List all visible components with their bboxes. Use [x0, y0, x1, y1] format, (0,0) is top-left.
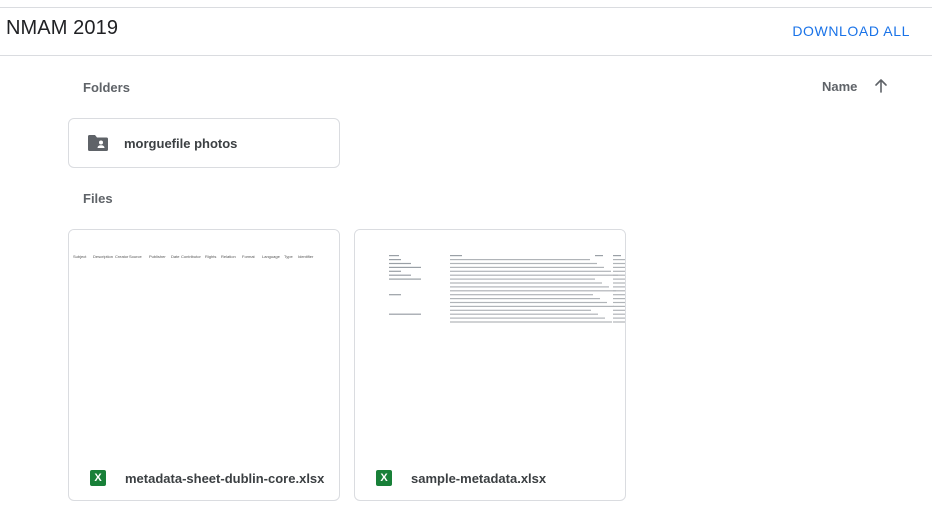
preview-text-line — [613, 255, 621, 257]
preview-text-line — [450, 317, 605, 319]
preview-text-line — [450, 286, 609, 288]
excel-icon: X — [90, 470, 106, 486]
folders-section-label: Folders — [83, 80, 130, 95]
preview-text-line — [450, 301, 607, 304]
preview-text-line — [450, 305, 614, 307]
preview-text-line — [450, 290, 616, 292]
preview-text-line — [450, 274, 618, 276]
preview-text-line — [613, 274, 625, 276]
preview-text-line — [450, 294, 593, 296]
arrow-up-icon[interactable] — [873, 78, 889, 94]
preview-text-line — [613, 290, 625, 292]
preview-text-line — [450, 309, 591, 311]
page-header: NMAM 2019 DOWNLOAD ALL — [0, 8, 932, 56]
preview-header-cell: Relation — [221, 254, 236, 259]
preview-text-line — [450, 321, 612, 323]
preview-text-line — [613, 317, 625, 319]
preview-text-line — [389, 278, 421, 280]
preview-text-line — [389, 313, 421, 315]
preview-text-line — [613, 259, 625, 261]
preview-header-cell: Publisher — [149, 254, 166, 259]
page-title: NMAM 2019 — [6, 17, 119, 39]
preview-header-cell: Identifier — [298, 254, 314, 259]
preview-text-line — [389, 270, 401, 272]
preview-text-line — [450, 282, 602, 284]
preview-text-line — [389, 294, 401, 296]
preview-text-line — [613, 321, 625, 323]
preview-text-line — [613, 262, 625, 265]
sort-by-name-control[interactable]: Name — [822, 78, 889, 94]
spreadsheet-preview-header-row: Subject Description Creator Source Publisher… — [73, 254, 318, 259]
preview-text-line — [613, 282, 625, 284]
preview-text-line — [450, 255, 462, 257]
preview-text-line — [613, 301, 625, 304]
preview-text-line — [595, 255, 603, 257]
preview-text-line — [613, 286, 625, 288]
file-thumbnail — [355, 230, 625, 444]
file-footer: X metadata-sheet-dublin-core.xlsx — [69, 456, 339, 500]
preview-text-line — [389, 262, 411, 265]
files-section-label: Files — [83, 191, 113, 206]
preview-text-line — [450, 313, 598, 315]
preview-text-line — [450, 259, 590, 261]
preview-header-cell: Contributor — [181, 254, 201, 259]
file-thumbnail: Subject Description Creator Source Publisher… — [69, 230, 339, 444]
preview-header-cell: Type — [284, 254, 293, 259]
preview-text-line — [613, 298, 625, 300]
shared-folder-icon — [88, 135, 108, 151]
file-name: metadata-sheet-dublin-core.xlsx — [125, 470, 325, 486]
preview-header-cell: Creator — [115, 254, 129, 259]
sort-label: Name — [822, 78, 858, 94]
file-card-sample-metadata[interactable]: X sample-metadata.xlsx — [354, 229, 626, 501]
preview-text-line — [613, 266, 625, 268]
preview-text-line — [450, 298, 600, 300]
preview-text-line — [613, 270, 625, 272]
preview-text-line — [450, 270, 611, 272]
file-card-metadata-sheet[interactable]: Subject Description Creator Source Publisher… — [68, 229, 340, 501]
folder-card[interactable]: morguefile photos — [68, 118, 340, 168]
spreadsheet-preview — [389, 255, 625, 323]
preview-text-line — [613, 313, 625, 315]
preview-header-cell: Description — [93, 254, 114, 259]
preview-header-cell: Rights — [205, 254, 217, 259]
preview-text-line — [613, 278, 625, 280]
preview-header-cell: Language — [262, 254, 280, 259]
preview-header-cell: Source — [129, 254, 142, 259]
preview-header-cell: Subject — [73, 254, 87, 259]
preview-text-line — [613, 305, 625, 307]
preview-text-line — [613, 309, 625, 311]
preview-header-cell: Date — [171, 254, 180, 259]
download-all-button[interactable]: DOWNLOAD ALL — [792, 23, 910, 39]
folder-name: morguefile photos — [124, 135, 238, 151]
preview-header-cell: Format — [242, 254, 255, 259]
file-name: sample-metadata.xlsx — [411, 470, 547, 486]
preview-text-line — [450, 278, 595, 280]
excel-icon: X — [376, 470, 392, 486]
preview-text-line — [389, 274, 411, 276]
preview-text-line — [450, 266, 604, 268]
preview-text-line — [389, 266, 421, 268]
file-footer: X sample-metadata.xlsx — [355, 456, 625, 500]
preview-text-line — [389, 255, 399, 257]
preview-text-line — [450, 262, 597, 265]
preview-text-line — [613, 294, 625, 296]
preview-text-line — [389, 259, 401, 261]
